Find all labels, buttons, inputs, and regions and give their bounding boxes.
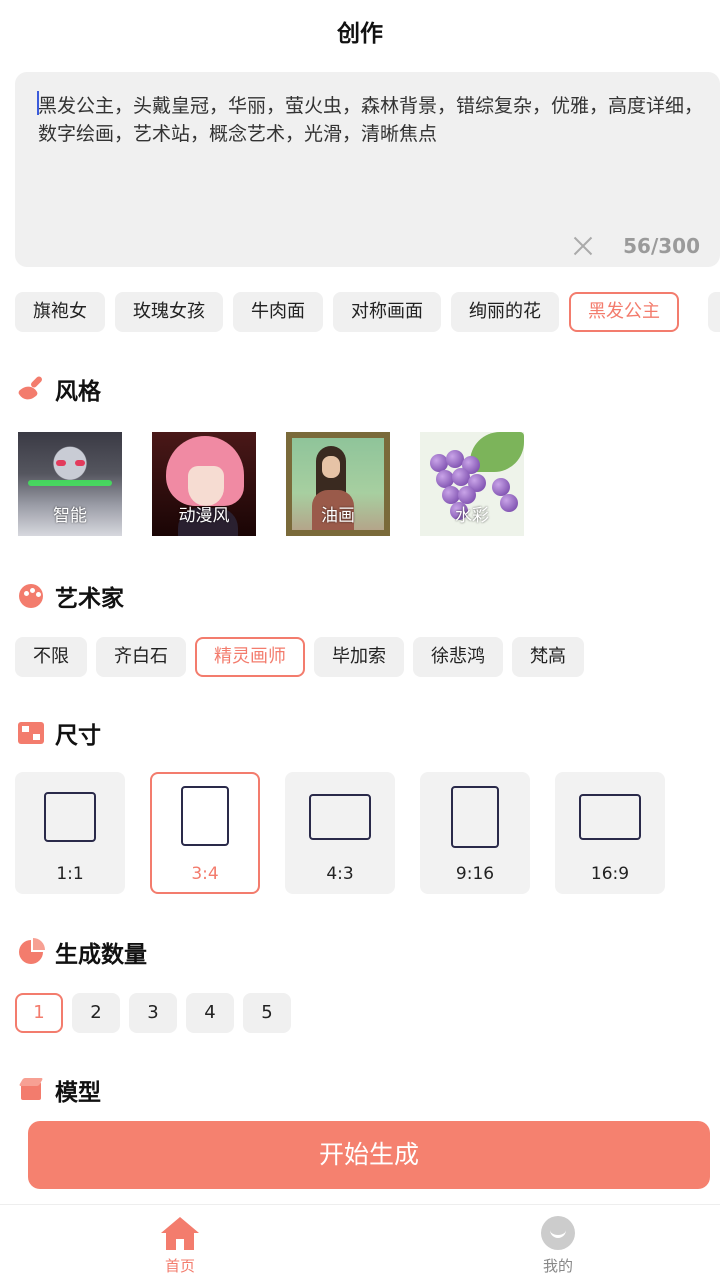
prompt-input[interactable]: 黑发公主，头戴皇冠，华丽，萤火虫，森林背景，错综复杂，优雅，高度详细，数字绘画，…	[15, 72, 720, 267]
cube-icon	[18, 1077, 44, 1103]
style-section-header: 风格	[17, 373, 101, 405]
nav-label: 首页	[164, 1257, 195, 1275]
section-title: 风格	[55, 379, 101, 405]
page-title: 创作	[337, 21, 383, 47]
tag-chip[interactable]: 牛肉面	[233, 292, 323, 332]
artist-chip-selected[interactable]: 精灵画师	[195, 637, 305, 677]
count-chip[interactable]: 4	[186, 993, 234, 1033]
app-header: 创作	[0, 0, 720, 62]
artist-section-header: 艺术家	[18, 580, 124, 612]
tag-chip[interactable]: 旗袍女	[15, 292, 105, 332]
model-section-header: 模型	[18, 1074, 101, 1106]
count-list: 1 2 3 4 5	[15, 993, 291, 1033]
size-option-16-9[interactable]: 16:9	[555, 772, 665, 894]
style-list: 智能 动漫风 油画 水彩	[18, 432, 524, 536]
size-label: 3:4	[191, 864, 219, 884]
count-chip[interactable]: 2	[72, 993, 120, 1033]
square-ratio-icon	[44, 792, 96, 842]
style-label: 油画	[321, 506, 355, 526]
tall-ratio-icon	[451, 786, 499, 848]
artist-chip[interactable]: 不限	[15, 637, 87, 677]
section-title: 模型	[55, 1080, 101, 1106]
prompt-tag-list: 旗袍女 玫瑰女孩 牛肉面 对称画面 绚丽的花 黑发公主	[15, 292, 689, 332]
count-chip[interactable]: 3	[129, 993, 177, 1033]
size-option-9-16[interactable]: 9:16	[420, 772, 530, 894]
bottom-nav: 首页 我的	[0, 1204, 720, 1280]
size-label: 1:1	[56, 864, 84, 884]
count-section-header: 生成数量	[18, 936, 147, 968]
artist-chip[interactable]: 毕加索	[314, 637, 404, 677]
close-icon[interactable]	[571, 234, 595, 258]
style-card-watercolor[interactable]: 水彩	[420, 432, 524, 536]
section-title: 艺术家	[55, 586, 124, 612]
count-chip[interactable]: 5	[243, 993, 291, 1033]
landscape-ratio-icon	[309, 794, 371, 840]
char-counter: 56/300	[623, 234, 700, 258]
paintbrush-icon	[17, 375, 44, 404]
style-card-oil[interactable]: 油画	[286, 432, 390, 536]
generate-button[interactable]: 开始生成	[28, 1121, 710, 1189]
nav-item-mine[interactable]: 我的	[498, 1215, 618, 1276]
smile-face-icon	[539, 1215, 577, 1251]
artist-list: 不限 齐白石 精灵画师 毕加索 徐悲鸿 梵高	[15, 637, 584, 677]
section-title: 生成数量	[55, 942, 147, 968]
tag-chip[interactable]: 玫瑰女孩	[115, 292, 223, 332]
style-card-anime[interactable]: 动漫风	[152, 432, 256, 536]
home-icon	[161, 1215, 199, 1251]
artist-chip[interactable]: 齐白石	[96, 637, 186, 677]
style-label: 动漫风	[178, 506, 230, 526]
tag-chip[interactable]: 绚丽的花	[451, 292, 559, 332]
size-section-header: 尺寸	[18, 717, 101, 749]
style-card-smart[interactable]: 智能	[18, 432, 122, 536]
image-size-icon	[18, 720, 44, 746]
nav-label: 我的	[542, 1257, 573, 1275]
artist-chip[interactable]: 徐悲鸿	[413, 637, 503, 677]
tag-chip[interactable]: 对称画面	[333, 292, 441, 332]
portrait-ratio-icon	[181, 786, 229, 846]
style-label: 水彩	[455, 506, 489, 526]
size-option-3-4[interactable]: 3:4	[150, 772, 260, 894]
artist-chip[interactable]: 梵高	[512, 637, 584, 677]
section-title: 尺寸	[55, 723, 101, 749]
prompt-text[interactable]: 黑发公主，头戴皇冠，华丽，萤火虫，森林背景，错综复杂，优雅，高度详细，数字绘画，…	[38, 92, 708, 148]
tag-chip-selected[interactable]: 黑发公主	[569, 292, 679, 332]
size-option-4-3[interactable]: 4:3	[285, 772, 395, 894]
wide-ratio-icon	[579, 794, 641, 840]
size-list: 1:1 3:4 4:3 9:16 16:9	[15, 772, 665, 894]
size-label: 9:16	[455, 864, 495, 884]
size-option-1-1[interactable]: 1:1	[15, 772, 125, 894]
tag-chip-partial[interactable]	[708, 292, 720, 332]
style-label: 智能	[53, 506, 87, 526]
count-chip-selected[interactable]: 1	[15, 993, 63, 1033]
palette-icon	[18, 583, 44, 609]
pie-chart-icon	[18, 938, 45, 965]
size-label: 4:3	[326, 864, 354, 884]
nav-item-home[interactable]: 首页	[120, 1215, 240, 1276]
size-label: 16:9	[590, 864, 630, 884]
